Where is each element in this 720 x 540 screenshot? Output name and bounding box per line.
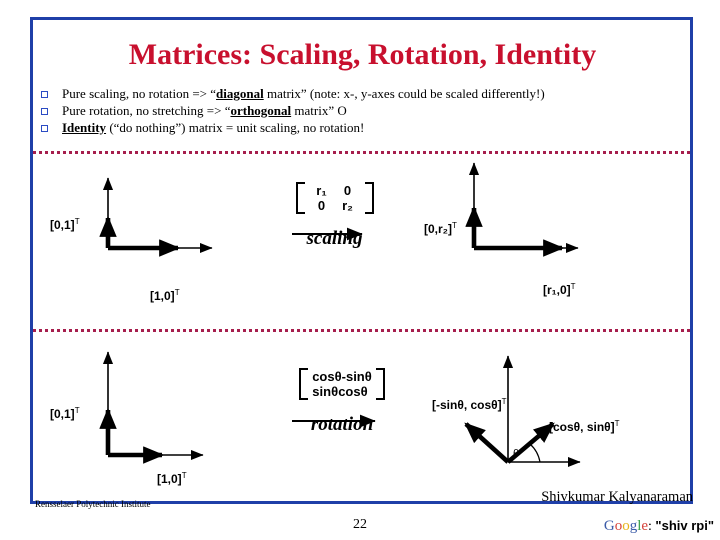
rotation-operation-label: rotation: [310, 414, 374, 435]
rotation-output-x-label: [cosθ, sinθ]T: [549, 419, 620, 434]
matrix-cell: cosθ: [338, 384, 368, 399]
divider-top: [33, 151, 690, 154]
scaling-input-x-label: [1,0]T: [150, 288, 180, 303]
google-letter-o2: o: [622, 518, 630, 534]
rotation-output-y-label: [-sinθ, cosθ]T: [432, 397, 507, 412]
matrix-cell: 0: [343, 183, 352, 198]
google-logo: Google: [604, 518, 648, 534]
rotation-angle-label: θ: [513, 448, 520, 460]
matrix-cell: r₂: [342, 198, 353, 213]
scaling-matrix: r₁ 0 0 r₂ scaling: [287, 182, 382, 250]
bullet-3-keyword: Identity: [62, 120, 107, 135]
scaling-output-y-label: [0,r₂]T: [424, 221, 457, 236]
bullet-1-seg-a: Pure scaling, no rotation => “: [62, 86, 217, 101]
google-search-hint: Google: "shiv rpi": [604, 518, 714, 535]
matrix-bracket-left: [295, 182, 305, 214]
page-title: Matrices: Scaling, Rotation, Identity: [128, 38, 597, 71]
bullet-text-1: Pure scaling, no rotation => “diagonal m…: [62, 86, 691, 102]
bullet-2-keyword: orthogonal: [230, 103, 292, 118]
list-item: Identity (“do nothing”) matrix = unit sc…: [36, 120, 691, 137]
list-item: Pure scaling, no rotation => “diagonal m…: [36, 86, 691, 103]
bullet-2-seg-a: Pure rotation, no stretching => “: [62, 103, 231, 118]
matrix-row: 0 r₂: [309, 198, 361, 213]
square-bullet-icon: [36, 104, 62, 121]
rotation-matrix: cosθ -sinθ sinθ cosθ rotation: [287, 368, 397, 436]
matrix-row: sinθ cosθ: [312, 384, 372, 399]
matrix-cell: -sinθ: [341, 369, 372, 384]
bullet-1-keyword: diagonal: [216, 86, 264, 101]
bullet-text-3: Identity (“do nothing”) matrix = unit sc…: [62, 120, 691, 136]
matrix-cell: cosθ: [312, 369, 342, 384]
bullet-text-2: Pure rotation, no stretching => “orthogo…: [62, 103, 691, 119]
divider-bottom: [33, 329, 690, 332]
google-letter-g1: G: [603, 518, 615, 534]
bullet-list: Pure scaling, no rotation => “diagonal m…: [36, 86, 691, 137]
matrix-cell: 0: [317, 198, 326, 213]
matrix-bracket-right: [375, 368, 385, 400]
rotation-input-x-label: [1,0]T: [157, 471, 187, 486]
bullet-3-seg-b: (“do nothing”) matrix = unit scaling, no…: [106, 120, 365, 135]
footer-author: Shivkumar Kalyanaraman: [541, 489, 693, 505]
scaling-input-y-label: [0,1]T: [50, 217, 80, 232]
square-bullet-icon: [36, 87, 62, 104]
matrix-cell: sinθ: [312, 384, 339, 399]
scaling-output-x-label: [r₁,0]T: [543, 282, 576, 297]
square-bullet-icon: [36, 121, 62, 138]
matrix-bracket-left: [299, 368, 309, 400]
matrix-row: r₁ 0: [309, 183, 361, 198]
google-query-text: "shiv rpi": [655, 518, 714, 533]
matrix-row: cosθ -sinθ: [312, 369, 372, 384]
matrix-cell: r₁: [316, 183, 327, 198]
scaling-operation-label: scaling: [306, 228, 363, 249]
bullet-2-seg-c: matrix” O: [291, 103, 347, 118]
rotation-input-y-label: [0,1]T: [50, 406, 80, 421]
matrix-bracket-right: [364, 182, 374, 214]
footer-institute: Rensselaer Polytechnic Institute: [35, 499, 151, 509]
bullet-1-seg-c: matrix” (note: x-, y-axes could be scale…: [263, 86, 545, 101]
list-item: Pure rotation, no stretching => “orthogo…: [36, 103, 691, 120]
